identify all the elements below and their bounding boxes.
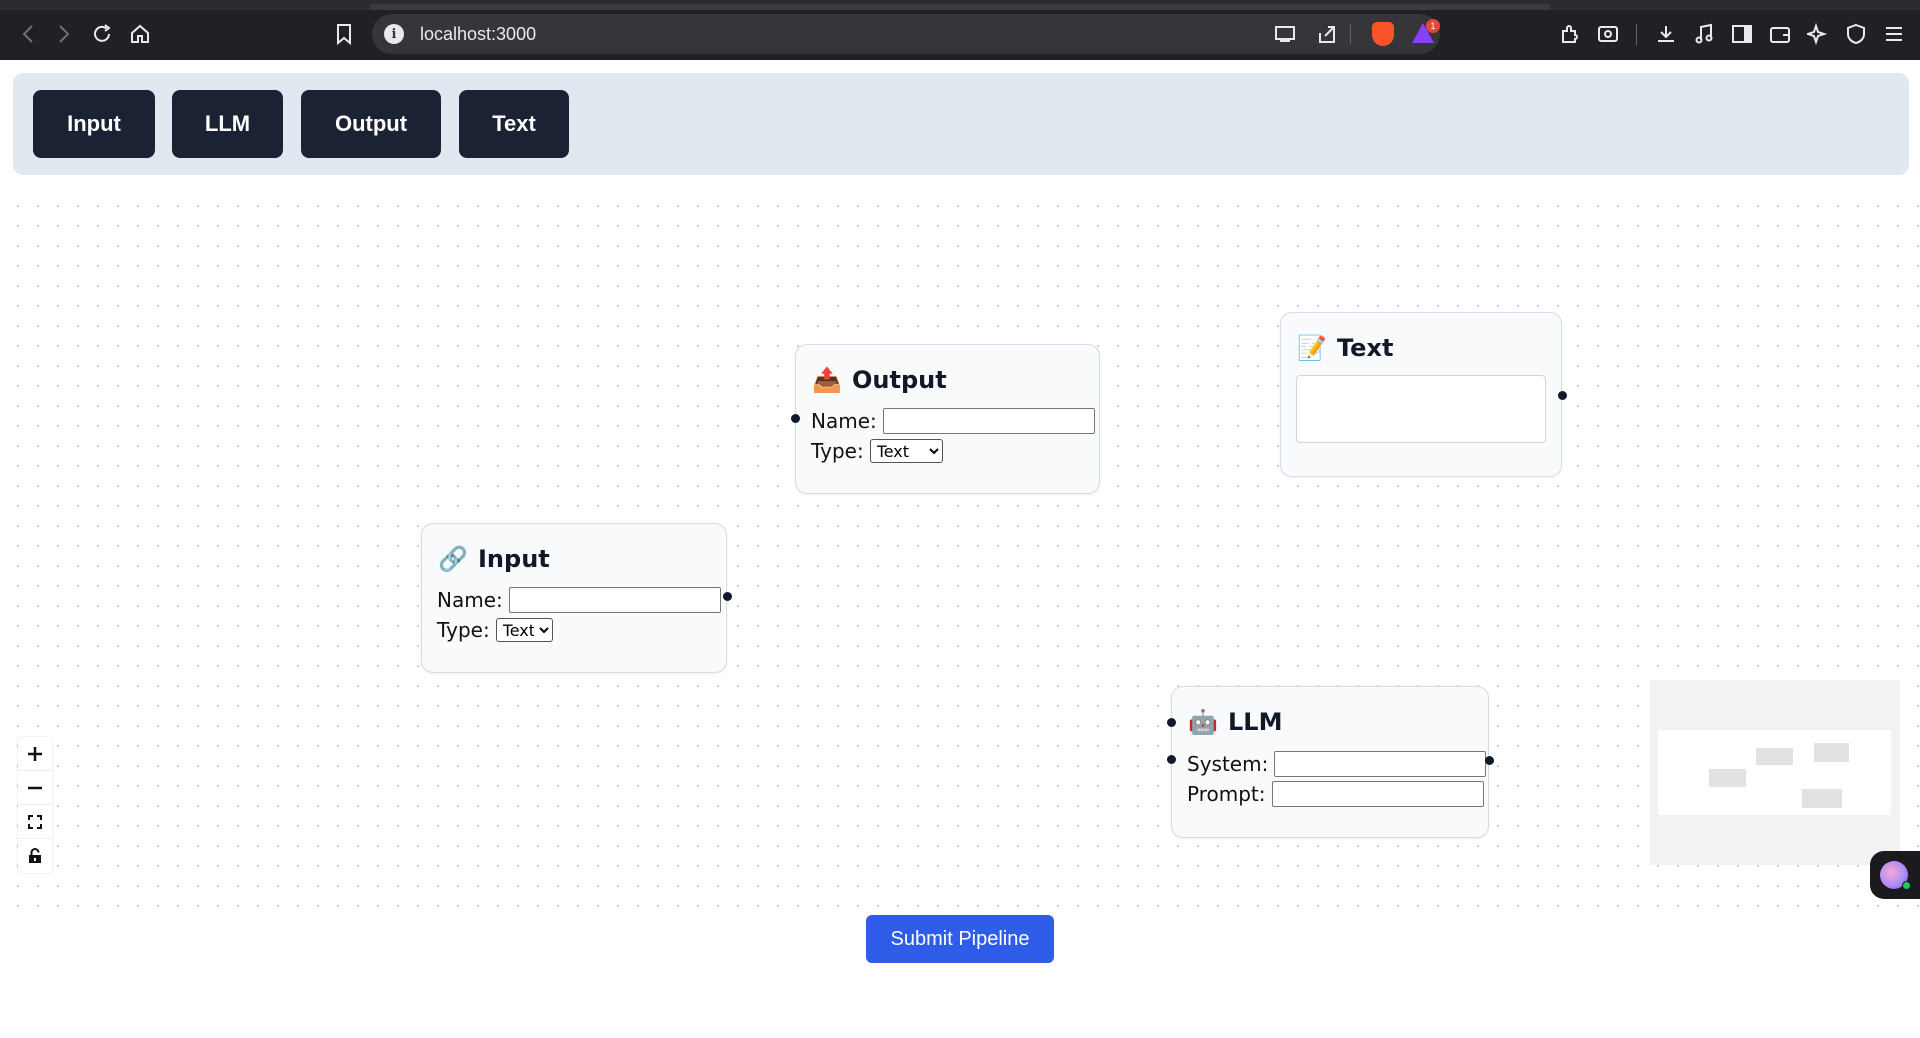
- input-node[interactable]: 🔗 Input Name: Type: Text: [421, 523, 732, 673]
- media-icon[interactable]: [1692, 22, 1716, 46]
- node-toolbar: Input LLM Output Text: [13, 73, 1909, 175]
- address-bar[interactable]: i localhost:3000 1: [372, 14, 1440, 54]
- output-node-input-handle[interactable]: [791, 414, 800, 423]
- llm-prompt-handle[interactable]: [1167, 755, 1176, 764]
- sidebar-icon[interactable]: [1730, 22, 1754, 46]
- canvas-controls: [18, 737, 52, 873]
- toolbar-separator: [1636, 24, 1637, 46]
- share-icon[interactable]: [1316, 23, 1338, 45]
- input-type-select[interactable]: Text: [495, 618, 553, 642]
- input-type-label: Type:: [437, 618, 490, 642]
- llm-system-row: System:: [1187, 751, 1487, 777]
- input-node-button[interactable]: Input: [33, 90, 155, 158]
- reload-icon[interactable]: [88, 20, 116, 48]
- minimap-node-output: [1756, 748, 1793, 765]
- pipeline-canvas[interactable]: [0, 190, 1920, 910]
- llm-node[interactable]: 🤖 LLM System: Prompt:: [1167, 686, 1494, 838]
- url-text[interactable]: localhost:3000: [420, 24, 536, 45]
- input-type-row: Type: Text: [437, 618, 553, 642]
- input-node-title-text: Input: [478, 545, 550, 573]
- zoom-out-icon[interactable]: [18, 771, 52, 805]
- output-type-row: Type: Text: [811, 439, 943, 463]
- bookmark-icon[interactable]: [330, 20, 358, 48]
- llm-response-handle[interactable]: [1485, 756, 1494, 765]
- online-status-icon: [1902, 881, 1911, 890]
- forward-icon[interactable]: [50, 20, 78, 48]
- menu-icon[interactable]: [1882, 22, 1906, 46]
- text-node-output-handle[interactable]: [1558, 391, 1567, 400]
- text-node-title: 📝 Text: [1297, 333, 1393, 363]
- output-node[interactable]: 📤 Output Name: Type: Text: [791, 344, 1100, 494]
- output-name-input[interactable]: [882, 408, 1095, 434]
- notification-badge: 1: [1426, 19, 1440, 33]
- input-name-row: Name:: [437, 587, 721, 613]
- input-name-label: Name:: [437, 588, 503, 612]
- minimap-node-text: [1814, 743, 1849, 762]
- active-tab[interactable]: [370, 4, 1550, 10]
- link-icon: 🔗: [438, 545, 468, 573]
- fit-view-icon[interactable]: [18, 805, 52, 839]
- outbox-icon: 📤: [812, 366, 842, 394]
- leo-icon[interactable]: [1806, 22, 1830, 46]
- zoom-in-icon[interactable]: [18, 737, 52, 771]
- submit-pipeline-button[interactable]: Submit Pipeline: [866, 915, 1054, 963]
- text-node-title-text: Text: [1337, 334, 1394, 362]
- input-name-input[interactable]: [508, 587, 721, 613]
- memo-icon: 📝: [1297, 334, 1327, 362]
- minimap-node-llm: [1802, 789, 1842, 808]
- llm-node-title-text: LLM: [1228, 708, 1283, 736]
- extensions-icon[interactable]: [1558, 22, 1582, 46]
- tab-strip: [0, 0, 1920, 10]
- info-icon[interactable]: i: [384, 24, 404, 44]
- browser-chrome: i localhost:3000 1: [0, 0, 1920, 60]
- output-type-select[interactable]: Text: [869, 439, 943, 463]
- input-node-title: 🔗 Input: [438, 544, 550, 574]
- text-node-textarea[interactable]: [1296, 375, 1546, 443]
- home-icon[interactable]: [126, 20, 154, 48]
- llm-node-title: 🤖 LLM: [1188, 707, 1282, 737]
- output-name-label: Name:: [811, 409, 877, 433]
- llm-prompt-row: Prompt:: [1187, 781, 1484, 807]
- lock-icon[interactable]: [18, 839, 52, 873]
- output-node-button[interactable]: Output: [301, 90, 441, 158]
- omnibox-separator: [1350, 24, 1351, 44]
- output-node-title-text: Output: [852, 366, 947, 394]
- wallet-icon[interactable]: [1768, 22, 1792, 46]
- brave-shields-icon[interactable]: [1372, 22, 1394, 46]
- llm-prompt-input[interactable]: [1271, 781, 1484, 807]
- minimap[interactable]: [1650, 680, 1900, 865]
- input-node-output-handle[interactable]: [723, 592, 732, 601]
- text-node[interactable]: 📝 Text: [1280, 312, 1567, 477]
- text-node-button[interactable]: Text: [459, 90, 569, 158]
- minimap-viewport[interactable]: [1658, 730, 1891, 815]
- output-type-label: Type:: [811, 439, 864, 463]
- back-icon[interactable]: [14, 20, 42, 48]
- llm-system-input[interactable]: [1274, 751, 1487, 777]
- llm-system-handle[interactable]: [1167, 718, 1176, 727]
- minimap-node-input: [1709, 769, 1746, 787]
- output-node-title: 📤 Output: [812, 365, 947, 395]
- cast-icon[interactable]: [1274, 23, 1296, 45]
- output-name-row: Name:: [811, 408, 1095, 434]
- llm-system-label: System:: [1187, 752, 1269, 776]
- assistant-launcher[interactable]: [1870, 851, 1920, 899]
- llm-prompt-label: Prompt:: [1187, 782, 1266, 806]
- robot-icon: 🤖: [1188, 708, 1218, 736]
- screenshot-icon[interactable]: [1596, 22, 1620, 46]
- download-icon[interactable]: [1654, 22, 1678, 46]
- vpn-icon[interactable]: [1844, 22, 1868, 46]
- llm-node-button[interactable]: LLM: [172, 90, 283, 158]
